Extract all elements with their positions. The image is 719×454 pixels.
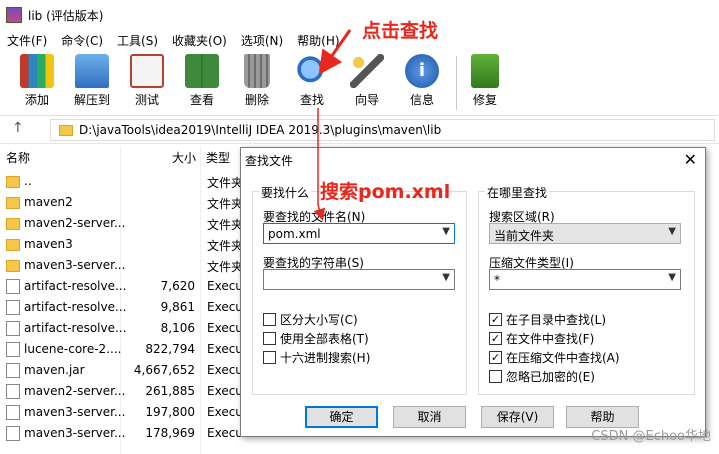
watermark: CSDN @Echoo华地 (591, 429, 711, 444)
arrow-to-filename (313, 204, 326, 221)
search-pom-annotation: 搜索pom.xml (320, 181, 451, 203)
annotation-arrows (313, 29, 352, 221)
arrow-to-find-button (318, 29, 352, 75)
click-find-annotation: 点击查找 (362, 20, 439, 42)
